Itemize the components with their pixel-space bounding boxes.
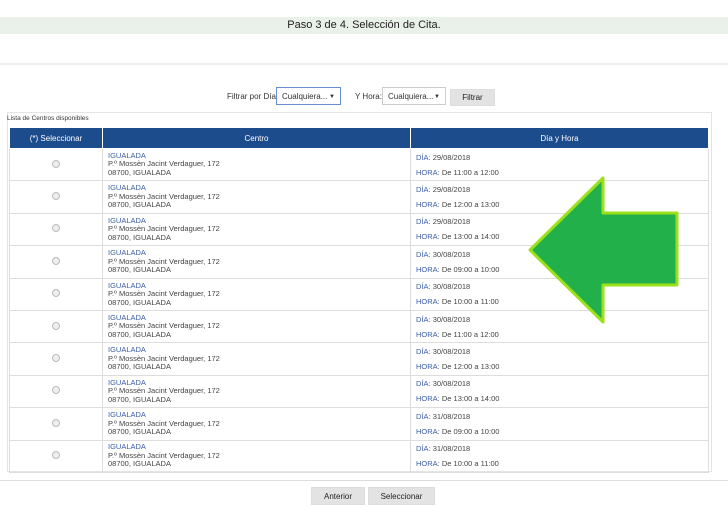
divider bbox=[0, 480, 728, 481]
green-arrow-annotation bbox=[528, 176, 679, 324]
select-button[interactable]: Seleccionar bbox=[368, 487, 435, 505]
arrow-icon bbox=[528, 176, 679, 324]
back-button[interactable]: Anterior bbox=[311, 487, 365, 505]
